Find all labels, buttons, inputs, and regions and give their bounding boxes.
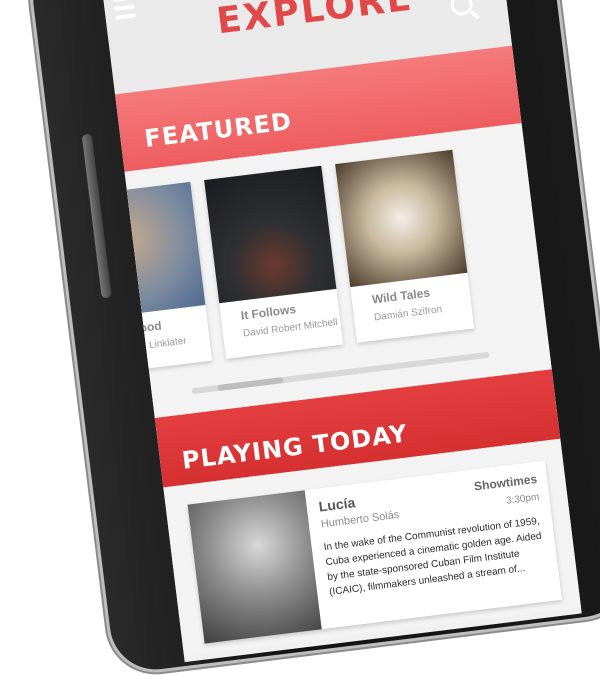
movie-card[interactable]: Lucía Humberto Solás Showtimes 3:30pm In…: [187, 460, 562, 644]
card-subtitle: Damián Szifron: [373, 304, 443, 324]
featured-heading: FEATURED: [142, 107, 294, 154]
showtimes-label: Showtimes: [473, 471, 538, 494]
featured-carousel[interactable]: Boyhood Richard Linklater It Follows Dav…: [100, 123, 552, 418]
app-screen: EXPLORE FEATURED Boyhood Richard Linklat…: [100, 0, 582, 663]
showtime[interactable]: 3:30pm: [505, 492, 539, 507]
movie-poster: [204, 165, 337, 304]
page-title: EXPLORE: [214, 0, 416, 43]
menu-icon[interactable]: [113, 0, 136, 20]
phone-frame: EXPLORE FEATURED Boyhood Richard Linklat…: [28, 0, 600, 675]
movie-title: Lucía: [317, 494, 357, 515]
featured-cards: Boyhood Richard Linklater It Follows Dav…: [100, 149, 475, 375]
card-title: It Follows: [240, 302, 297, 323]
featured-card[interactable]: It Follows David Robert Mitchell: [204, 165, 344, 359]
featured-card[interactable]: Wild Tales Damián Szifron: [335, 149, 475, 343]
card-title: Wild Tales: [371, 285, 431, 307]
carousel-scrollbar-thumb[interactable]: [217, 377, 284, 392]
movie-poster: [335, 149, 468, 288]
movie-poster: [187, 490, 322, 644]
movie-description: In the wake of the Communist revolution …: [323, 515, 543, 598]
search-icon[interactable]: [449, 0, 474, 17]
